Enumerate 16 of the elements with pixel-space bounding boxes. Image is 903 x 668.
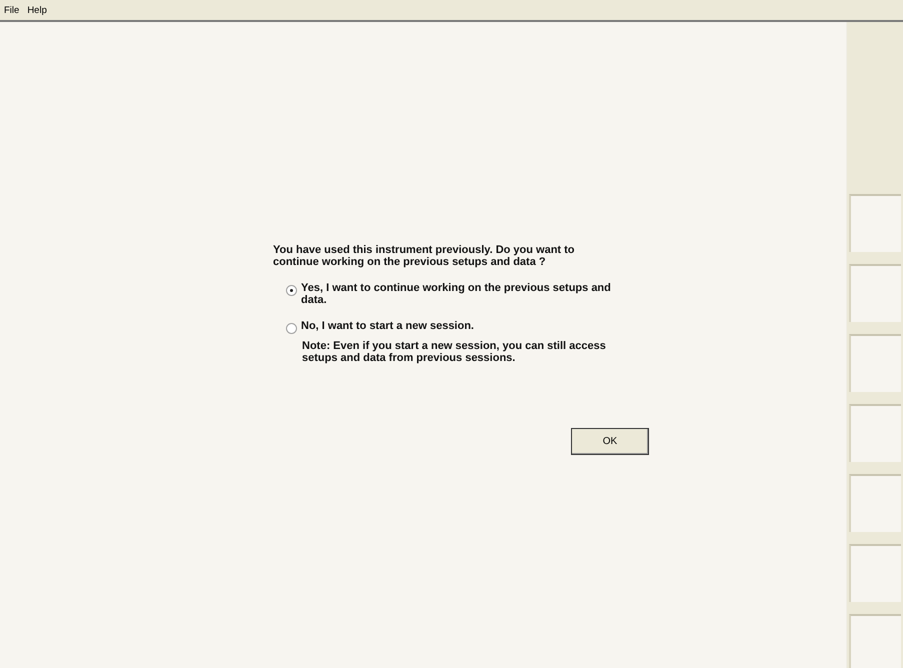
ok-button[interactable]: OK: [571, 428, 649, 455]
menu-item[interactable]: File: [4, 4, 20, 16]
side-button[interactable]: [849, 194, 901, 252]
side-button[interactable]: [849, 614, 901, 668]
side-button[interactable]: [849, 544, 901, 602]
note-text: Note: Even if you start a new session, you can still access setups and data from previous sessions.: [301, 340, 607, 364]
menu-item[interactable]: Help: [27, 4, 47, 16]
option-label[interactable]: Yes, I want to continue working on the previous setups and data.: [301, 282, 623, 306]
question-text: You have used this instrument previously. Do you want to continue working on the previous setups and data ?: [273, 244, 576, 268]
side-button[interactable]: [849, 474, 901, 532]
side-button[interactable]: [849, 334, 901, 392]
side-button[interactable]: [849, 404, 901, 462]
radio-button[interactable]: [286, 323, 297, 334]
radio-button[interactable]: [286, 285, 297, 296]
side-button[interactable]: [849, 264, 901, 322]
option-label[interactable]: No, I want to start a new session.: [301, 320, 623, 332]
